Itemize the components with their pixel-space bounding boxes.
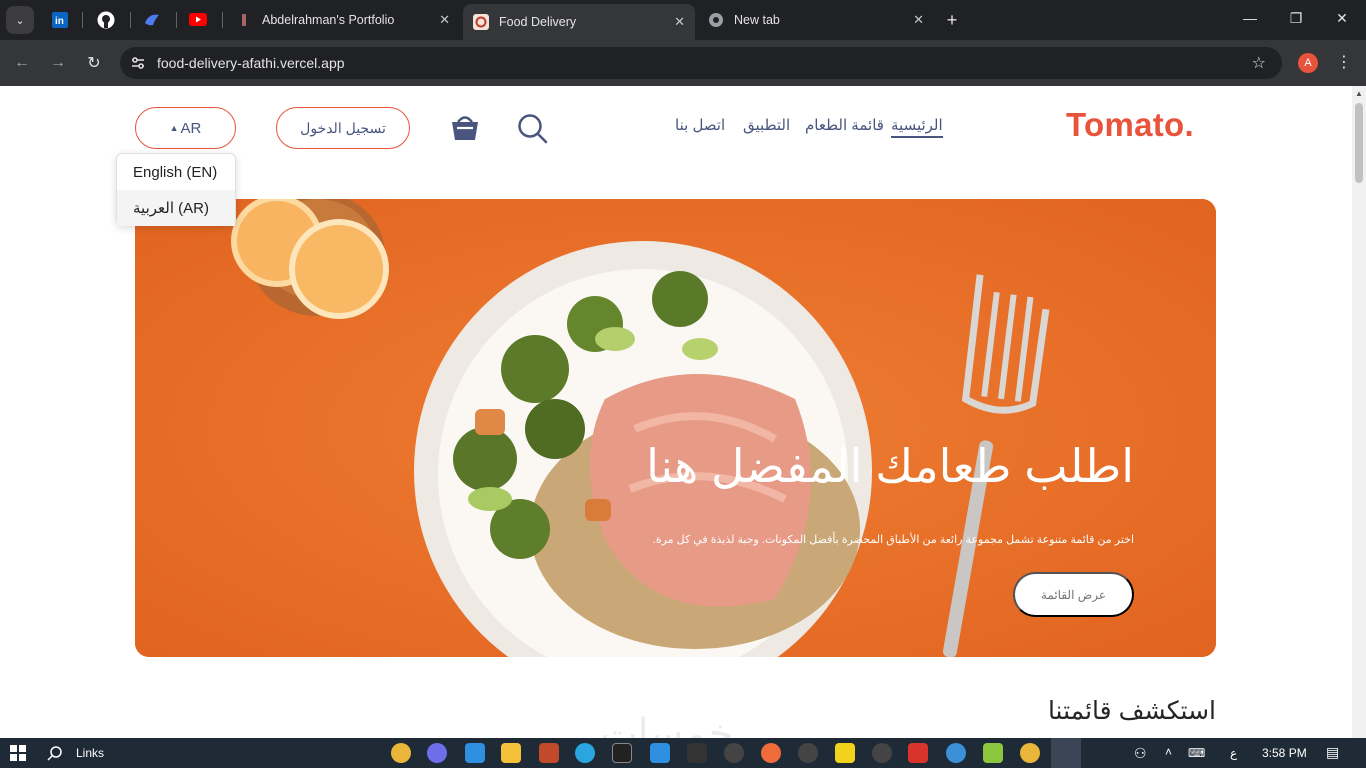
- nav-link-menu[interactable]: قائمة الطعام: [805, 116, 884, 134]
- language-option-english[interactable]: English (EN): [117, 154, 235, 190]
- nav-link-contact[interactable]: اتصل بنا: [675, 116, 725, 134]
- taskbar-app-icon[interactable]: [872, 743, 892, 763]
- address-bar[interactable]: food-delivery-afathi.vercel.app ☆: [120, 47, 1282, 79]
- taskbar-git-icon[interactable]: [908, 743, 928, 763]
- window-close-icon[interactable]: ✕: [1332, 10, 1352, 27]
- sign-in-button[interactable]: تسجيل الدخول: [276, 107, 410, 149]
- browser-tab-bar: ⌄ in Abdelrahman's Portfolio ✕ Food Deli…: [0, 0, 1366, 40]
- explore-menu-heading: استكشف قائمتنا: [1047, 697, 1216, 725]
- search-icon[interactable]: [516, 112, 548, 144]
- taskbar-explorer-icon[interactable]: [501, 743, 521, 763]
- hero-banner: اطلب طعامك المفضل هنا اختر من قائمة متنو…: [135, 199, 1216, 657]
- language-toggle-button[interactable]: ▲ AR: [135, 107, 236, 149]
- language-label: AR: [180, 119, 202, 137]
- taskbar-github-icon[interactable]: [427, 743, 447, 763]
- taskbar-app-icon[interactable]: [983, 743, 1003, 763]
- site-info-icon[interactable]: [130, 55, 146, 71]
- pinned-tab-github[interactable]: [94, 8, 118, 32]
- tab-close-icon[interactable]: ✕: [674, 14, 685, 30]
- profile-avatar[interactable]: A: [1298, 53, 1318, 73]
- more-menu-icon[interactable]: ⋮: [1336, 52, 1352, 72]
- pinned-tab-youtube[interactable]: [186, 8, 210, 32]
- linkedin-icon: in: [52, 12, 68, 28]
- keyboard-icon[interactable]: ⌨: [1188, 746, 1205, 760]
- taskbar-vscode-icon[interactable]: [465, 743, 485, 763]
- browser-toolbar: ← → ↻ food-delivery-afathi.vercel.app ☆ …: [0, 40, 1366, 86]
- taskbar-app-icon[interactable]: [687, 743, 707, 763]
- taskbar-links-label[interactable]: Links: [76, 746, 104, 760]
- nav-link-app[interactable]: التطبيق: [743, 116, 790, 134]
- tomato-favicon-icon: [473, 14, 489, 30]
- tab-title: Abdelrahman's Portfolio: [262, 13, 395, 27]
- taskbar-chrome-active-icon[interactable]: [1051, 738, 1081, 768]
- scroll-up-icon[interactable]: ▲: [1355, 89, 1363, 98]
- reload-icon[interactable]: ↻: [83, 52, 105, 74]
- windows-start-icon[interactable]: [10, 745, 26, 761]
- tab-separator: [222, 12, 223, 28]
- site-logo[interactable]: Tomato.: [1066, 106, 1194, 144]
- taskbar-sticky-notes-icon[interactable]: [835, 743, 855, 763]
- github-icon: [97, 11, 115, 29]
- back-arrow-icon[interactable]: ←: [11, 52, 33, 74]
- tab-close-icon[interactable]: ✕: [439, 12, 450, 28]
- tab-separator: [130, 12, 131, 28]
- tab-separator: [176, 12, 177, 28]
- taskbar-app-icon[interactable]: [798, 743, 818, 763]
- bird-icon: [145, 14, 159, 26]
- taskbar-app-icon[interactable]: [724, 743, 744, 763]
- tab-search-button[interactable]: ⌄: [6, 6, 34, 34]
- portfolio-favicon-icon: [236, 12, 252, 28]
- people-icon[interactable]: ⚇: [1134, 745, 1147, 762]
- tray-chevron-icon[interactable]: ˄: [1165, 745, 1172, 759]
- tab-portfolio[interactable]: Abdelrahman's Portfolio ✕: [226, 4, 460, 36]
- bookmark-star-icon[interactable]: ☆: [1252, 53, 1266, 73]
- taskbar-app-icon[interactable]: [612, 743, 632, 763]
- taskbar-app-icon[interactable]: [539, 743, 559, 763]
- minimize-icon[interactable]: —: [1240, 10, 1260, 26]
- clock[interactable]: 3:58 PM: [1262, 746, 1307, 760]
- input-language[interactable]: ع: [1230, 746, 1237, 760]
- taskbar-chrome-icon[interactable]: [1020, 743, 1040, 763]
- tab-new-tab[interactable]: New tab ✕: [698, 4, 934, 36]
- web-page: Tomato. الرئيسية قائمة الطعام التطبيق ات…: [0, 86, 1352, 738]
- language-dropdown: English (EN) العربية (AR): [116, 153, 236, 226]
- watermark: خمسات: [600, 712, 734, 738]
- page-scrollbar[interactable]: ▲: [1352, 86, 1366, 738]
- taskbar-app-icon[interactable]: [650, 743, 670, 763]
- pinned-tab-app[interactable]: [140, 8, 164, 32]
- new-tab-button[interactable]: +: [942, 10, 962, 30]
- nav-link-home[interactable]: الرئيسية: [891, 116, 943, 138]
- view-menu-button[interactable]: عرض القائمة: [1013, 572, 1134, 617]
- taskbar-app-icon[interactable]: [946, 743, 966, 763]
- tab-close-icon[interactable]: ✕: [913, 12, 924, 28]
- hero-title: اطلب طعامك المفضل هنا: [646, 440, 1134, 492]
- taskbar-telegram-icon[interactable]: [575, 743, 595, 763]
- hero-subtitle: اختر من قائمة متنوعة تشمل مجموعة رائعة م…: [652, 534, 1134, 546]
- windows-taskbar: Links ⚇ ˄ ⌨ ع 3:58 PM ▤: [0, 738, 1366, 768]
- youtube-icon: [189, 13, 207, 26]
- svg-text:in: in: [55, 16, 64, 27]
- tab-title: Food Delivery: [499, 15, 577, 29]
- taskbar-search-icon[interactable]: [47, 745, 63, 761]
- url-text[interactable]: food-delivery-afathi.vercel.app: [157, 55, 345, 71]
- restore-icon[interactable]: ❐: [1286, 10, 1306, 27]
- forward-arrow-icon[interactable]: →: [47, 52, 69, 74]
- tab-title: New tab: [734, 13, 780, 27]
- taskbar-chrome-icon[interactable]: [391, 743, 411, 763]
- language-option-arabic[interactable]: العربية (AR): [117, 190, 235, 226]
- tab-food-delivery[interactable]: Food Delivery ✕: [463, 4, 695, 40]
- chrome-icon: [708, 12, 724, 28]
- taskbar-app-icon[interactable]: [761, 743, 781, 763]
- basket-icon[interactable]: [448, 110, 482, 144]
- tab-separator: [82, 12, 83, 28]
- notification-icon[interactable]: ▤: [1326, 744, 1339, 761]
- pinned-tab-linkedin[interactable]: in: [48, 8, 72, 32]
- scroll-thumb[interactable]: [1355, 103, 1363, 183]
- caret-up-icon: ▲: [169, 123, 179, 133]
